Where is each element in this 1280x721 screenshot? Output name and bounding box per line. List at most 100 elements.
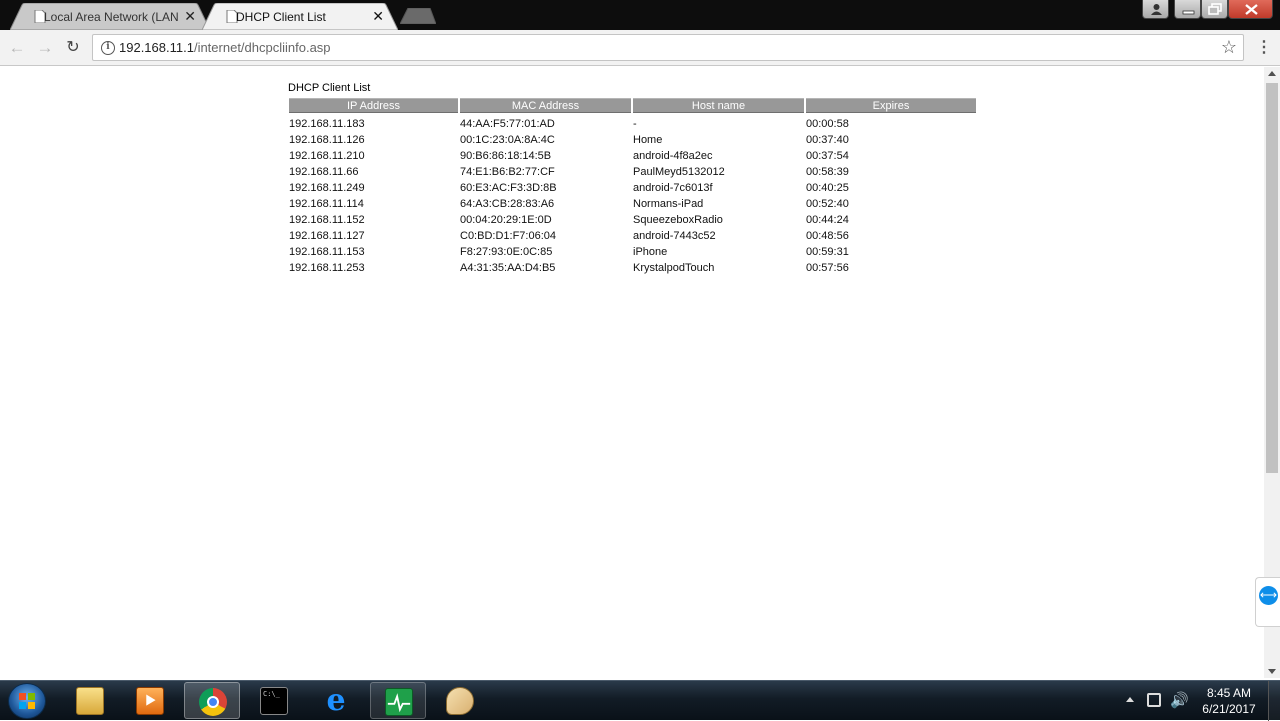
user-icon xyxy=(1151,4,1162,15)
taskbar-paint[interactable] xyxy=(432,682,488,719)
table-row: 192.168.11.210 90:B6:86:18:14:5B android… xyxy=(289,148,976,164)
close-icon[interactable]: ✕ xyxy=(184,8,196,24)
ip-address-cell: 192.168.11.127 xyxy=(289,230,365,242)
expires-cell: 00:48:56 xyxy=(806,230,849,242)
close-icon xyxy=(1245,4,1258,15)
ip-address-cell: 192.168.11.114 xyxy=(289,198,364,210)
mac-address-cell: 90:B6:86:18:14:5B xyxy=(460,150,552,162)
scroll-down-arrow-icon[interactable] xyxy=(1268,669,1276,674)
expires-cell: 00:37:54 xyxy=(806,150,849,162)
table-row: 192.168.11.127 C0:BD:D1:F7:06:04 android… xyxy=(289,228,976,244)
restore-button[interactable] xyxy=(1201,0,1228,19)
tab-dhcp-client-list[interactable]: DHCP Client List ✕ xyxy=(202,3,398,30)
show-desktop-button[interactable] xyxy=(1268,681,1280,721)
teamviewer-widget[interactable] xyxy=(1255,577,1280,627)
tab-local-area-network[interactable]: Local Area Network (LAN ✕ xyxy=(10,3,210,30)
new-tab-button[interactable] xyxy=(400,8,436,24)
column-header-ip: IP Address xyxy=(289,98,458,113)
expires-cell: 00:58:39 xyxy=(806,166,849,178)
table-row: 192.168.11.183 44:AA:F5:77:01:AD - 00:00… xyxy=(289,113,976,132)
mac-address-cell: C0:BD:D1:F7:06:04 xyxy=(460,230,556,242)
ip-address-cell: 192.168.11.253 xyxy=(289,262,365,274)
table-row: 192.168.11.114 64:A3:CB:28:83:A6 Normans… xyxy=(289,196,976,212)
table-row: 192.168.11.253 A4:31:35:AA:D4:B5 Krystal… xyxy=(289,260,976,276)
play-icon xyxy=(146,694,156,706)
table-row: 192.168.11.153 F8:27:93:0E:0C:85 iPhone … xyxy=(289,244,976,260)
url-text[interactable]: 192.168.11.1/internet/dhcpcliinfo.asp xyxy=(119,40,331,55)
start-button[interactable] xyxy=(8,683,46,719)
windows-logo-icon xyxy=(19,693,35,709)
ip-address-cell: 192.168.11.249 xyxy=(289,182,365,194)
host-name-cell: android-4f8a2ec xyxy=(633,150,713,162)
paint-palette-icon xyxy=(446,687,474,715)
arrow-right-icon: → xyxy=(36,38,54,57)
star-icon[interactable]: ☆ xyxy=(1221,37,1237,58)
minimize-icon xyxy=(1182,10,1195,15)
host-name-cell: Normans-iPad xyxy=(633,198,704,210)
host-name-cell: Home xyxy=(633,134,663,146)
table-row: 192.168.11.66 74:E1:B6:B2:77:CF PaulMeyd… xyxy=(289,164,976,180)
chrome-icon xyxy=(199,688,227,716)
media-player-icon xyxy=(136,687,164,715)
internet-explorer-icon: e xyxy=(326,683,346,718)
column-header-hostname: Host name xyxy=(633,98,804,113)
pulse-icon xyxy=(387,693,411,713)
minimize-button[interactable] xyxy=(1174,0,1201,19)
reload-icon: ↻ xyxy=(66,39,80,56)
menu-icon[interactable]: ⋮ xyxy=(1256,38,1272,58)
network-icon[interactable] xyxy=(1147,693,1161,707)
clock-time: 8:45 AM xyxy=(1206,686,1252,700)
mac-address-cell: 00:04:20:29:1E:0D xyxy=(460,214,552,226)
restore-icon xyxy=(1208,3,1222,15)
tab-title: Local Area Network (LAN xyxy=(44,9,179,24)
system-clock[interactable]: 8:45 AM 6/21/2017 xyxy=(1190,685,1268,717)
column-header-mac: MAC Address xyxy=(460,98,631,113)
mac-address-cell: 60:E3:AC:F3:3D:8B xyxy=(460,182,557,194)
ip-address-cell: 192.168.11.210 xyxy=(289,150,365,162)
close-window-button[interactable] xyxy=(1228,0,1273,19)
tab-title: DHCP Client List xyxy=(236,9,326,24)
taskbar-command-prompt[interactable] xyxy=(246,682,302,719)
forward-button[interactable]: → xyxy=(35,38,55,58)
mac-address-cell: 00:1C:23:0A:8A:4C xyxy=(460,134,555,146)
host-name-cell: android-7c6013f xyxy=(633,182,713,194)
mac-address-cell: 74:E1:B6:B2:77:CF xyxy=(460,166,555,178)
host-name-cell: android-7443c52 xyxy=(633,230,716,242)
ip-address-cell: 192.168.11.153 xyxy=(289,246,365,258)
info-icon[interactable]: i xyxy=(101,41,115,55)
mac-address-cell: 64:A3:CB:28:83:A6 xyxy=(460,198,555,210)
command-prompt-icon xyxy=(260,687,288,715)
user-profile-button[interactable] xyxy=(1142,0,1169,19)
browser-toolbar: ← → ↻ i 192.168.11.1/internet/dhcpcliinf… xyxy=(0,30,1280,66)
mac-address-cell: A4:31:35:AA:D4:B5 xyxy=(460,262,556,274)
reload-button[interactable]: ↻ xyxy=(63,38,83,58)
teamviewer-icon xyxy=(1259,586,1278,605)
expires-cell: 00:37:40 xyxy=(806,134,849,146)
taskbar-resource-monitor[interactable] xyxy=(370,682,426,719)
host-name-cell: PaulMeyd5132012 xyxy=(633,166,725,178)
taskbar-chrome[interactable] xyxy=(184,682,240,719)
show-hidden-icons-icon[interactable] xyxy=(1126,697,1134,702)
taskbar-internet-explorer[interactable]: e xyxy=(308,682,364,719)
table-row: 192.168.11.152 00:04:20:29:1E:0D Squeeze… xyxy=(289,212,976,228)
ip-address-cell: 192.168.11.126 xyxy=(289,134,365,146)
address-bar[interactable]: i 192.168.11.1/internet/dhcpcliinfo.asp … xyxy=(92,34,1244,61)
host-name-cell: - xyxy=(633,118,637,130)
scrollbar-thumb[interactable] xyxy=(1266,83,1278,473)
expires-cell: 00:57:56 xyxy=(806,262,849,274)
back-button[interactable]: ← xyxy=(7,38,27,58)
volume-icon[interactable]: 🔊 xyxy=(1170,691,1189,709)
table-header-row: IP Address MAC Address Host name Expires xyxy=(289,98,976,113)
page-viewport: DHCP Client List IP Address MAC Address … xyxy=(0,67,1264,678)
expires-cell: 00:00:58 xyxy=(806,118,849,130)
browser-tab-strip: Local Area Network (LAN ✕ DHCP Client Li… xyxy=(0,0,1280,30)
taskbar-media-player[interactable] xyxy=(122,682,178,719)
ip-address-cell: 192.168.11.66 xyxy=(289,166,359,178)
dhcp-client-table: IP Address MAC Address Host name Expires… xyxy=(287,98,978,276)
close-icon[interactable]: ✕ xyxy=(372,8,384,24)
scroll-up-arrow-icon[interactable] xyxy=(1268,71,1276,76)
ip-address-cell: 192.168.11.183 xyxy=(289,118,365,130)
url-host: 192.168.11.1 xyxy=(119,40,194,55)
taskbar-file-explorer[interactable] xyxy=(62,682,118,719)
expires-cell: 00:59:31 xyxy=(806,246,849,258)
